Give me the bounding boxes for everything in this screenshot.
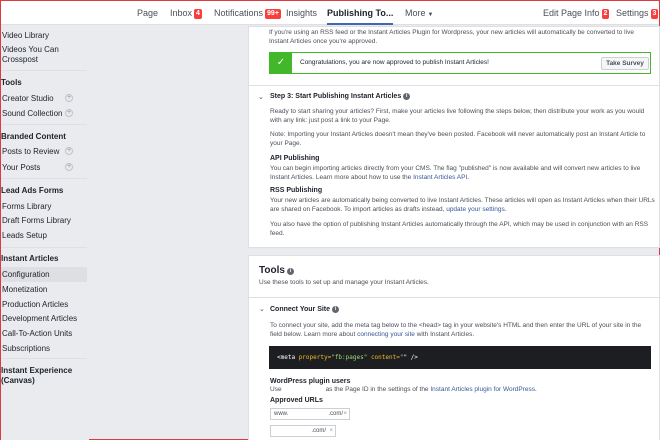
sidebar-item-instant-experience[interactable]: Instant Experience (Canvas) [1,366,72,386]
expand-icon[interactable]: + [65,109,73,117]
api-publishing-text: You can begin importing articles directl… [270,165,641,181]
divider [1,247,87,248]
step3-title[interactable]: Step 3: Start Publishing Instant Article… [270,93,411,100]
wordpress-plugin-text: Use as the Page ID in the settings of the… [270,386,537,393]
divider [1,70,87,71]
divider [1,358,87,359]
nav-notifications[interactable]: Notifications 99+ [214,1,281,25]
nav-more[interactable]: More ▼ [405,1,433,25]
info-icon[interactable]: i [286,268,294,275]
divider [1,124,87,125]
api-rss-option-text: You also have the option of publishing I… [270,221,649,237]
remove-icon[interactable]: × [343,409,347,419]
nav-inbox[interactable]: Inbox 4 [170,1,202,25]
expand-icon[interactable]: + [65,147,73,155]
approved-urls-title: Approved URLs [270,397,323,404]
rss-note: If you're using an RSS feed or the Insta… [269,29,634,45]
nav-insights[interactable]: Insights [286,1,317,25]
connect-site-title[interactable]: Connect Your Site i [270,306,340,313]
tools-title: Tools i [259,265,294,276]
sidebar-item-sound-collection[interactable]: Sound Collection + [1,109,87,119]
inbox-badge: 4 [194,9,202,19]
nav-page[interactable]: Page [137,1,158,25]
sidebar-item-subscriptions[interactable]: Subscriptions [1,344,87,354]
section-header-instant-articles: Instant Articles [1,254,59,263]
nav-settings[interactable]: Settings 3 [616,1,659,25]
update-settings-link[interactable]: update your settings [446,206,505,213]
tools-subtitle: Use these tools to set up and manage you… [259,279,429,286]
sidebar-item-draft-forms-library[interactable]: Draft Forms Library [1,216,87,226]
nav-publishing-tools[interactable]: Publishing To... [327,1,394,25]
rss-publishing-text: Your new articles are automatically bein… [270,197,655,213]
step3-note: Note: Importing your Instant Articles do… [270,131,646,147]
sidebar-item-production-articles[interactable]: Production Articles [1,300,87,310]
sidebar-item-leads-setup[interactable]: Leads Setup [1,231,87,241]
remove-icon[interactable]: × [329,426,333,436]
step3-intro: Ready to start sharing your articles? Fi… [270,108,645,124]
instant-articles-plugin-link[interactable]: Instant Articles plugin for WordPress [430,386,535,393]
settings-badge: 3 [650,9,659,19]
instant-articles-api-link[interactable]: Instant Articles API [413,174,467,181]
expand-icon[interactable]: + [65,94,73,102]
sidebar-item-monetization[interactable]: Monetization [1,285,87,295]
expand-icon[interactable]: + [65,163,73,171]
sidebar-item-your-posts[interactable]: Your Posts + [1,163,87,173]
rss-publishing-title: RSS Publishing [270,187,323,194]
sidebar-item-videos-crosspost[interactable]: Videos You Can Crosspost [1,45,87,65]
take-survey-button[interactable]: Take Survey [601,57,649,70]
success-message: Congratulations, you are now approved to… [300,59,489,66]
divider [249,297,660,298]
info-icon[interactable]: i [403,93,411,100]
sidebar-item-development-articles[interactable]: Development Articles [1,314,87,324]
section-header-branded-content: Branded Content [1,132,66,141]
notifications-badge: 99+ [265,9,281,19]
sidebar: Video Library Videos You Can Crosspost To… [1,26,89,440]
nav-edit-page-info[interactable]: Edit Page Info 2 [543,1,610,25]
chevron-down-icon[interactable]: ⌄ [259,305,265,313]
section-header-tools: Tools [1,78,22,87]
section-header-lead-ads: Lead Ads Forms [1,186,64,195]
sidebar-item-forms-library[interactable]: Forms Library [1,202,87,212]
approved-url-chip[interactable]: .com/× [270,425,336,437]
success-banner: ✓ Congratulations, you are now approved … [269,52,651,74]
edit-page-info-badge: 2 [601,9,610,19]
sidebar-item-configuration[interactable]: Configuration [1,267,87,282]
info-icon[interactable]: i [332,306,340,313]
divider [1,178,87,179]
meta-tag-code-block[interactable]: <meta property="fb:pages" content="" /> [269,346,651,369]
top-navigation: Page Inbox 4 Notifications 99+ Insights Pu… [1,1,659,25]
sidebar-item-cta-units[interactable]: Call-To-Action Units [1,329,87,339]
sidebar-item-posts-to-review[interactable]: Posts to Review + [1,147,87,157]
sidebar-item-creator-studio[interactable]: Creator Studio + [1,94,87,104]
sidebar-item-video-library[interactable]: Video Library [1,31,87,41]
caret-down-icon: ▼ [427,12,434,18]
chevron-down-icon[interactable]: ⌄ [258,93,264,101]
connect-site-text: To connect your site, add the meta tag b… [270,322,642,338]
approved-url-chip[interactable]: www. .com/× [270,408,350,420]
divider [249,85,660,86]
api-publishing-title: API Publishing [270,155,320,162]
connecting-your-site-link[interactable]: connecting your site [357,331,415,338]
checkmark-icon: ✓ [270,53,292,73]
